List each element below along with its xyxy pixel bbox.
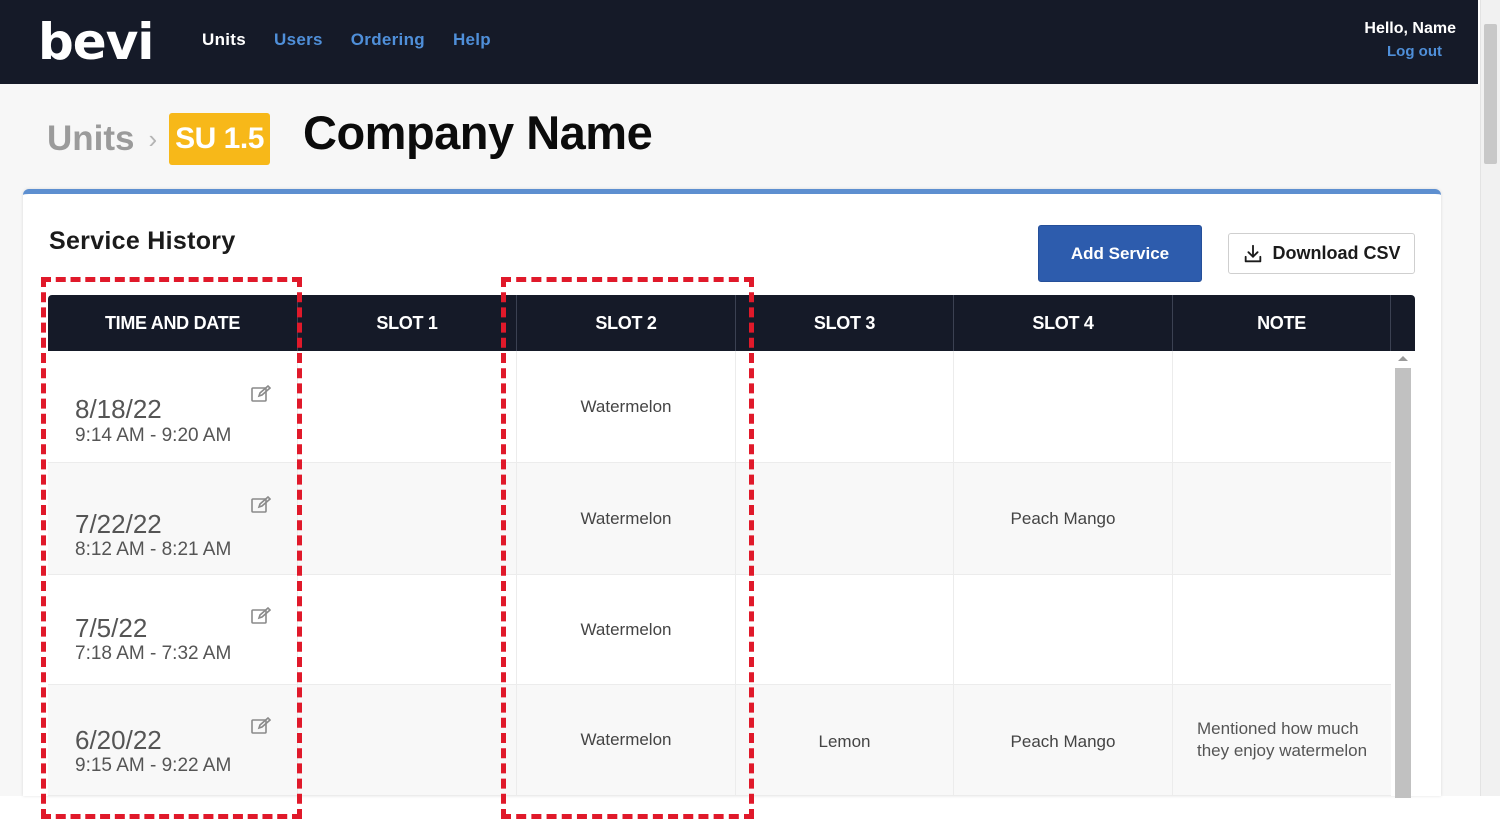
note-cell	[1173, 575, 1391, 684]
time-date-cell: 7/22/22 8:12 AM - 8:21 AM	[48, 463, 298, 574]
nav-help[interactable]: Help	[453, 30, 491, 50]
unit-model-badge: SU 1.5	[169, 113, 270, 165]
edit-icon[interactable]	[251, 607, 271, 625]
download-csv-button[interactable]: Download CSV	[1228, 233, 1415, 274]
service-date: 7/5/22	[75, 613, 148, 643]
scroll-up-arrow-icon[interactable]	[1398, 356, 1408, 361]
time-date-cell: 7/5/22 7:18 AM - 7:32 AM	[48, 575, 298, 684]
note-cell	[1173, 463, 1391, 574]
user-menu: Hello, Name Log out	[1364, 20, 1456, 60]
slot-4-cell	[954, 575, 1173, 684]
note-cell	[1173, 351, 1391, 462]
table-body: 8/18/22 9:14 AM - 9:20 AM Watermelon 7/2…	[48, 351, 1391, 796]
column-header-time-and-date[interactable]: TIME AND DATE	[48, 295, 298, 351]
slot-4-cell: Peach Mango	[954, 685, 1173, 795]
table-scrollbar[interactable]	[1391, 351, 1415, 798]
service-time: 8:12 AM - 8:21 AM	[75, 539, 232, 560]
edit-icon[interactable]	[251, 385, 271, 403]
note-text-line: they enjoy watermelon	[1197, 741, 1368, 760]
slot-1-cell	[298, 685, 517, 795]
note-text-line: Mentioned how much	[1197, 719, 1359, 738]
column-header-slot-1[interactable]: SLOT 1	[298, 295, 517, 351]
chevron-right-icon: ›	[148, 123, 158, 154]
slot-1-cell	[298, 463, 517, 574]
add-service-button[interactable]: Add Service	[1038, 225, 1202, 282]
note-cell: Mentioned how much they enjoy watermelon	[1173, 685, 1391, 795]
slot-3-cell	[736, 351, 954, 462]
slot-1-cell	[298, 575, 517, 684]
service-time: 9:14 AM - 9:20 AM	[75, 425, 232, 446]
table-row[interactable]: 8/18/22 9:14 AM - 9:20 AM Watermelon	[48, 351, 1391, 463]
breadcrumb: Units › SU 1.5	[47, 113, 270, 165]
slot-4-cell	[954, 351, 1173, 462]
edit-icon[interactable]	[251, 496, 271, 514]
user-greeting: Hello, Name	[1364, 20, 1456, 37]
breadcrumb-units-link[interactable]: Units	[47, 119, 135, 159]
service-time: 7:18 AM - 7:32 AM	[75, 643, 232, 664]
table-row[interactable]: 7/5/22 7:18 AM - 7:32 AM Watermelon	[48, 575, 1391, 685]
nav-users[interactable]: Users	[274, 30, 323, 50]
slot-2-cell: Watermelon	[517, 685, 736, 795]
download-icon	[1245, 244, 1262, 262]
column-header-slot-2[interactable]: SLOT 2	[517, 295, 736, 351]
service-time: 9:15 AM - 9:22 AM	[75, 755, 232, 776]
slot-4-cell: Peach Mango	[954, 463, 1173, 574]
column-header-slot-4[interactable]: SLOT 4	[954, 295, 1173, 351]
bevi-logo[interactable]: bevi	[38, 14, 154, 70]
service-history-card: Service History Add Service Download CSV…	[23, 189, 1441, 798]
service-date: 7/22/22	[75, 509, 162, 539]
service-history-title: Service History	[49, 227, 236, 255]
table-row[interactable]: 7/22/22 8:12 AM - 8:21 AM Watermelon Pea…	[48, 463, 1391, 575]
main-nav: Units Users Ordering Help	[202, 30, 491, 50]
column-header-note[interactable]: NOTE	[1173, 295, 1391, 351]
slot-2-cell: Watermelon	[517, 351, 736, 462]
time-date-cell: 6/20/22 9:15 AM - 9:22 AM	[48, 685, 298, 795]
nav-ordering[interactable]: Ordering	[351, 30, 425, 50]
page-title: Company Name	[303, 106, 653, 159]
page-scrollbar[interactable]	[1480, 0, 1500, 796]
slot-3-cell	[736, 463, 954, 574]
download-csv-label: Download CSV	[1272, 243, 1401, 263]
table-row[interactable]: 6/20/22 9:15 AM - 9:22 AM Watermelon Lem…	[48, 685, 1391, 796]
time-date-cell: 8/18/22 9:14 AM - 9:20 AM	[48, 351, 298, 462]
service-date: 6/20/22	[75, 725, 162, 755]
slot-3-cell: Lemon	[736, 685, 954, 795]
slot-2-cell: Watermelon	[517, 575, 736, 684]
page-scrollbar-thumb[interactable]	[1484, 24, 1497, 164]
slot-3-cell	[736, 575, 954, 684]
edit-icon[interactable]	[251, 717, 271, 735]
column-header-slot-3[interactable]: SLOT 3	[736, 295, 954, 351]
table-header: TIME AND DATE SLOT 1 SLOT 2 SLOT 3 SLOT …	[48, 295, 1415, 351]
nav-units[interactable]: Units	[202, 30, 246, 50]
top-navbar: bevi Units Users Ordering Help Hello, Na…	[0, 0, 1480, 84]
service-date: 8/18/22	[75, 394, 162, 424]
logout-link[interactable]: Log out	[1364, 43, 1442, 60]
slot-2-cell: Watermelon	[517, 463, 736, 574]
slot-1-cell	[298, 351, 517, 462]
header-scroll-spacer	[1391, 295, 1415, 351]
table-scrollbar-thumb[interactable]	[1395, 368, 1411, 798]
